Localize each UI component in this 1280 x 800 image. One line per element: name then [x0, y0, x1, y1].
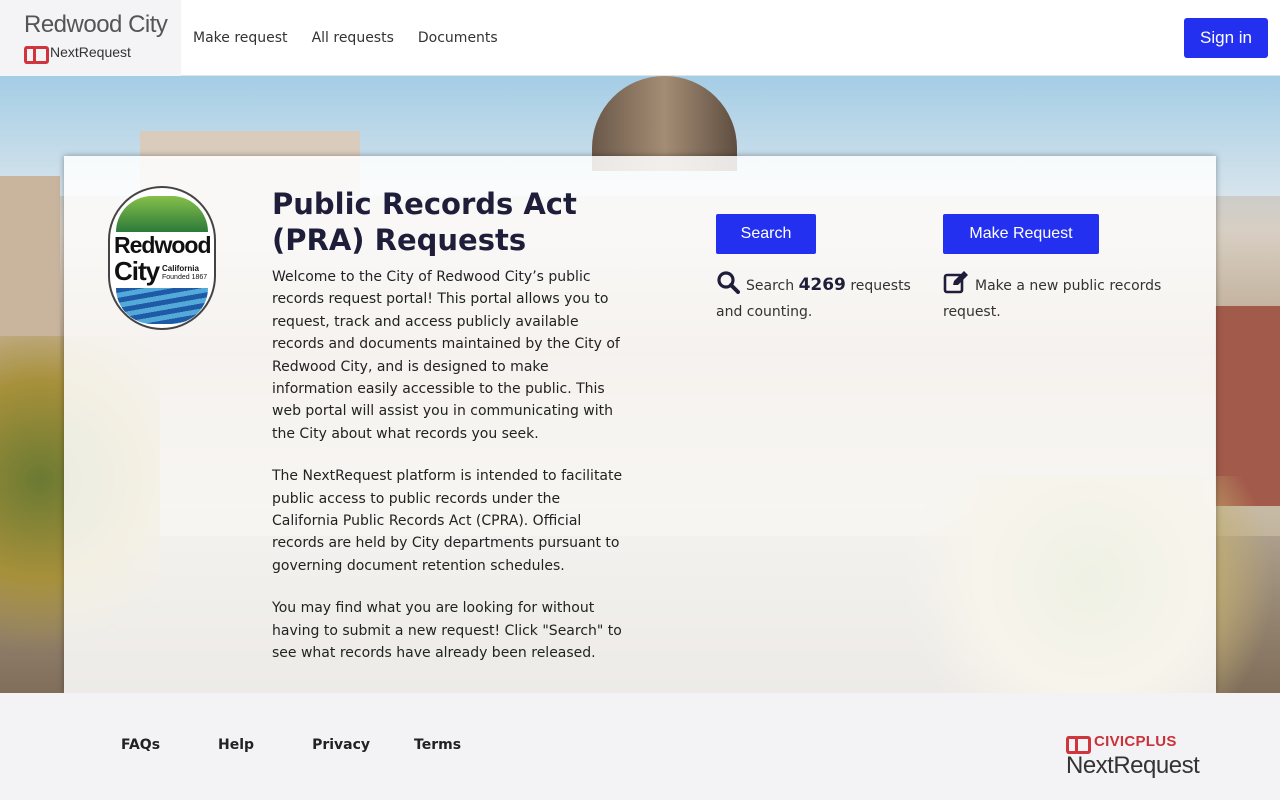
seal-hills	[116, 196, 208, 232]
request-text: Make a new public records request.	[943, 278, 1162, 320]
civicplus-wordmark: CIVICPLUS	[1066, 733, 1199, 754]
nav-make-request[interactable]: Make request	[193, 30, 288, 46]
brand-city-name: Redwood City	[24, 11, 168, 38]
search-description: Search 4269 requests and counting.	[716, 270, 916, 323]
brand-block[interactable]: Redwood City NextRequest	[0, 0, 181, 76]
city-seal-logo: Redwood City California Founded 1867	[108, 186, 216, 330]
page-title: Public Records Act (PRA) Requests	[272, 187, 577, 257]
nav-all-requests[interactable]: All requests	[312, 30, 394, 46]
search-icon	[716, 270, 740, 301]
footer-link-privacy[interactable]: Privacy	[312, 737, 370, 753]
search-button[interactable]: Search	[716, 214, 816, 254]
main-nav: Make request All requests Documents	[181, 0, 522, 75]
search-column: Search Search 4269 requests and counting…	[716, 214, 916, 323]
hero-banner: Redwood City California Founded 1867 Pub…	[0, 76, 1280, 693]
intro-paragraph-1: Welcome to the City of Redwood City’s pu…	[272, 269, 620, 442]
request-description: Make a new public records request.	[943, 270, 1163, 323]
footer-links: FAQs Help Privacy Terms	[121, 737, 461, 753]
seal-word-city: City	[114, 256, 160, 286]
civicplus-brand[interactable]: CIVICPLUS NextRequest	[1066, 733, 1200, 780]
brand-product: NextRequest	[24, 44, 181, 64]
footer-link-help[interactable]: Help	[218, 737, 254, 753]
civicplus-logo-icon	[24, 46, 49, 64]
seal-word-redwood: Redwood	[114, 232, 212, 258]
seal-state: California	[162, 264, 199, 273]
footer-link-terms[interactable]: Terms	[414, 737, 461, 753]
nextrequest-wordmark: NextRequest	[1066, 752, 1200, 779]
seal-founded: Founded 1867	[162, 274, 208, 281]
intro-paragraph-2: The NextRequest platform is intended to …	[272, 468, 623, 574]
footer-link-faqs[interactable]: FAQs	[121, 737, 160, 753]
nav-documents[interactable]: Documents	[418, 30, 498, 46]
edit-icon	[943, 270, 969, 301]
brand-product-name: NextRequest	[50, 44, 131, 60]
seal-waves	[116, 288, 208, 324]
request-column: Make Request Make a new public records r…	[943, 214, 1163, 323]
intro-text: Public Records Act (PRA) Requests Welcom…	[272, 186, 624, 665]
page-footer: FAQs Help Privacy Terms CIVICPLUS NextRe…	[0, 693, 1280, 800]
intro-paragraph-3: You may find what you are looking for wi…	[272, 600, 622, 662]
civicplus-name: CIVICPLUS	[1094, 733, 1177, 750]
sign-in-button[interactable]: Sign in	[1184, 18, 1268, 58]
top-header: Redwood City NextRequest Make request Al…	[0, 0, 1280, 76]
request-count: 4269	[798, 275, 846, 295]
make-request-button[interactable]: Make Request	[943, 214, 1099, 254]
search-prefix: Search	[746, 278, 795, 294]
civicplus-logo-icon	[1066, 735, 1091, 754]
intro-panel: Redwood City California Founded 1867 Pub…	[64, 156, 1216, 693]
